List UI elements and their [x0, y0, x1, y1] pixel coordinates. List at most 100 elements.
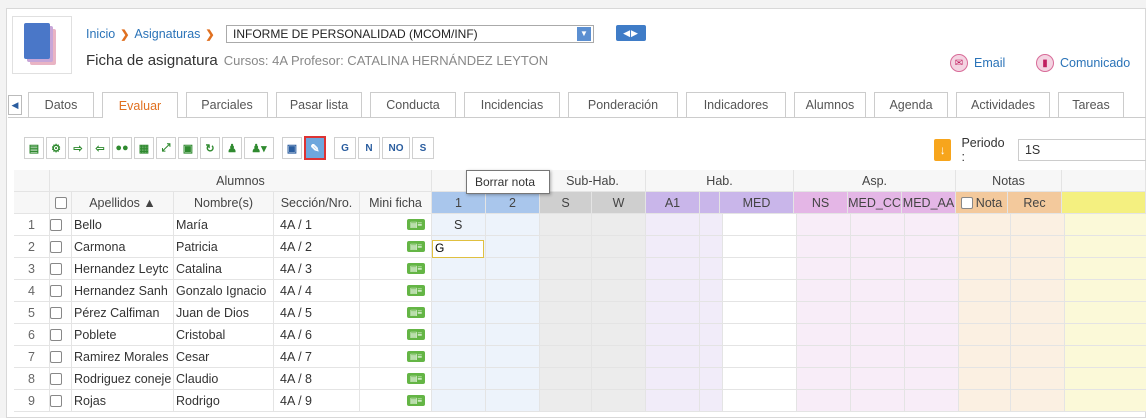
- tab-indicadores[interactable]: Indicadores: [686, 92, 786, 117]
- mini-ficha-icon[interactable]: ▤≡: [360, 214, 432, 236]
- col-eval-a1[interactable]: A1: [646, 192, 700, 214]
- col-eval-2[interactable]: 2: [486, 192, 540, 214]
- col-nota[interactable]: Nota: [956, 192, 1008, 214]
- grade-cell[interactable]: [486, 258, 540, 280]
- grade-g-button[interactable]: G: [334, 137, 356, 159]
- grade-cell[interactable]: [540, 346, 592, 368]
- mini-ficha-icon[interactable]: ▤≡: [360, 390, 432, 412]
- grade-cell[interactable]: [851, 302, 905, 324]
- tab-datos[interactable]: Datos: [28, 92, 94, 117]
- grade-cell[interactable]: [432, 280, 486, 302]
- expand-icon[interactable]: ⤢: [156, 137, 176, 159]
- grade-cell[interactable]: [723, 258, 797, 280]
- grade-cell[interactable]: [432, 346, 486, 368]
- grade-cell[interactable]: [540, 214, 592, 236]
- grade-cell[interactable]: [959, 324, 1011, 346]
- grade-cell[interactable]: [646, 280, 700, 302]
- grade-cell[interactable]: [432, 302, 486, 324]
- grade-cell[interactable]: [851, 346, 905, 368]
- grade-cell[interactable]: [592, 390, 646, 412]
- grade-cell[interactable]: [797, 280, 851, 302]
- row-checkbox[interactable]: [50, 258, 72, 280]
- grade-cell[interactable]: [486, 390, 540, 412]
- grade-cell[interactable]: [700, 346, 723, 368]
- table-row[interactable]: 4 Hernandez Sanh Gonzalo Ignacio 4A / 4 ▤≡: [14, 280, 1146, 302]
- tab-pasar-lista[interactable]: Pasar lista: [276, 92, 362, 117]
- grade-cell[interactable]: [905, 214, 959, 236]
- save-icon[interactable]: ▤: [24, 137, 44, 159]
- grade-cell[interactable]: [1011, 236, 1065, 258]
- row-checkbox[interactable]: [50, 236, 72, 258]
- download-icon[interactable]: ↓: [934, 139, 952, 161]
- refresh-icon[interactable]: ↻: [200, 137, 220, 159]
- grade-cell[interactable]: [700, 390, 723, 412]
- grade-cell[interactable]: [1011, 214, 1065, 236]
- grade-cell[interactable]: [797, 214, 851, 236]
- grade-cell[interactable]: [905, 236, 959, 258]
- tab-tareas[interactable]: Tareas: [1058, 92, 1124, 117]
- col-seccion[interactable]: Sección/Nro.: [274, 192, 360, 214]
- grade-cell[interactable]: [592, 324, 646, 346]
- col-eval-med-aa[interactable]: MED_AA: [902, 192, 956, 214]
- grade-cell[interactable]: [905, 390, 959, 412]
- col-eval-1[interactable]: 1: [432, 192, 486, 214]
- grade-cell[interactable]: [959, 280, 1011, 302]
- export-icon[interactable]: ⇦: [90, 137, 110, 159]
- grade-cell[interactable]: [700, 324, 723, 346]
- table-row[interactable]: 1 Bello María 4A / 1 ▤≡ S: [14, 214, 1146, 236]
- grade-cell[interactable]: [592, 302, 646, 324]
- grade-cell[interactable]: [959, 346, 1011, 368]
- grade-cell[interactable]: [797, 390, 851, 412]
- select-all-checkbox[interactable]: [50, 192, 72, 214]
- grade-cell[interactable]: [540, 236, 592, 258]
- grade-n-button[interactable]: N: [358, 137, 380, 159]
- mini-ficha-icon[interactable]: ▤≡: [360, 346, 432, 368]
- grade-cell[interactable]: [646, 390, 700, 412]
- grade-cell[interactable]: [700, 280, 723, 302]
- grade-cell[interactable]: [797, 368, 851, 390]
- tab-agenda[interactable]: Agenda: [874, 92, 948, 117]
- grade-cell[interactable]: [646, 258, 700, 280]
- grade-cell[interactable]: [1011, 346, 1065, 368]
- mini-ficha-icon[interactable]: ▤≡: [360, 368, 432, 390]
- table-row[interactable]: 6 Poblete Cristobal 4A / 6 ▤≡: [14, 324, 1146, 346]
- grade-cell[interactable]: [486, 214, 540, 236]
- table-row[interactable]: 3 Hernandez Leytc Catalina 4A / 3 ▤≡: [14, 258, 1146, 280]
- grade-cell-editor[interactable]: G: [432, 240, 484, 258]
- grade-cell[interactable]: [851, 324, 905, 346]
- user-actions-dropdown-icon[interactable]: ♟▾: [244, 137, 274, 159]
- tab-evaluar[interactable]: Evaluar: [102, 92, 178, 118]
- mini-ficha-icon[interactable]: ▤≡: [360, 324, 432, 346]
- grade-cell[interactable]: [592, 236, 646, 258]
- grade-cell[interactable]: [432, 258, 486, 280]
- col-apellidos[interactable]: Apellidos ▲: [72, 192, 174, 214]
- grade-cell[interactable]: [905, 346, 959, 368]
- grade-cell[interactable]: [723, 368, 797, 390]
- col-eval-blank[interactable]: [700, 192, 720, 214]
- table-row[interactable]: 7 Ramirez Morales Cesar 4A / 7 ▤≡: [14, 346, 1146, 368]
- col-eval-w[interactable]: W: [592, 192, 646, 214]
- eraser-icon[interactable]: ✎: [304, 136, 326, 160]
- grade-cell[interactable]: [851, 390, 905, 412]
- table-row[interactable]: 9 Rojas Rodrigo 4A / 9 ▤≡: [14, 390, 1146, 412]
- grade-cell[interactable]: [700, 236, 723, 258]
- tab-ponderacion[interactable]: Ponderación: [568, 92, 678, 117]
- grade-cell[interactable]: [432, 324, 486, 346]
- table-row[interactable]: 8 Rodriguez coneje Claudio 4A / 8 ▤≡: [14, 368, 1146, 390]
- mini-ficha-icon[interactable]: ▤≡: [360, 236, 432, 258]
- grade-cell[interactable]: [851, 258, 905, 280]
- tab-conducta[interactable]: Conducta: [370, 92, 456, 117]
- grade-cell[interactable]: [700, 214, 723, 236]
- grade-cell[interactable]: [486, 236, 540, 258]
- grade-cell[interactable]: [905, 368, 959, 390]
- grade-cell[interactable]: [723, 236, 797, 258]
- grade-cell[interactable]: [797, 258, 851, 280]
- user-search-icon[interactable]: ♟: [222, 137, 242, 159]
- grade-cell[interactable]: [797, 346, 851, 368]
- grade-cell[interactable]: [540, 280, 592, 302]
- grade-cell[interactable]: [540, 258, 592, 280]
- grade-cell[interactable]: [540, 368, 592, 390]
- mini-ficha-icon[interactable]: ▤≡: [360, 280, 432, 302]
- grade-cell[interactable]: [959, 258, 1011, 280]
- dropdown-arrow-icon[interactable]: ▼: [577, 27, 591, 41]
